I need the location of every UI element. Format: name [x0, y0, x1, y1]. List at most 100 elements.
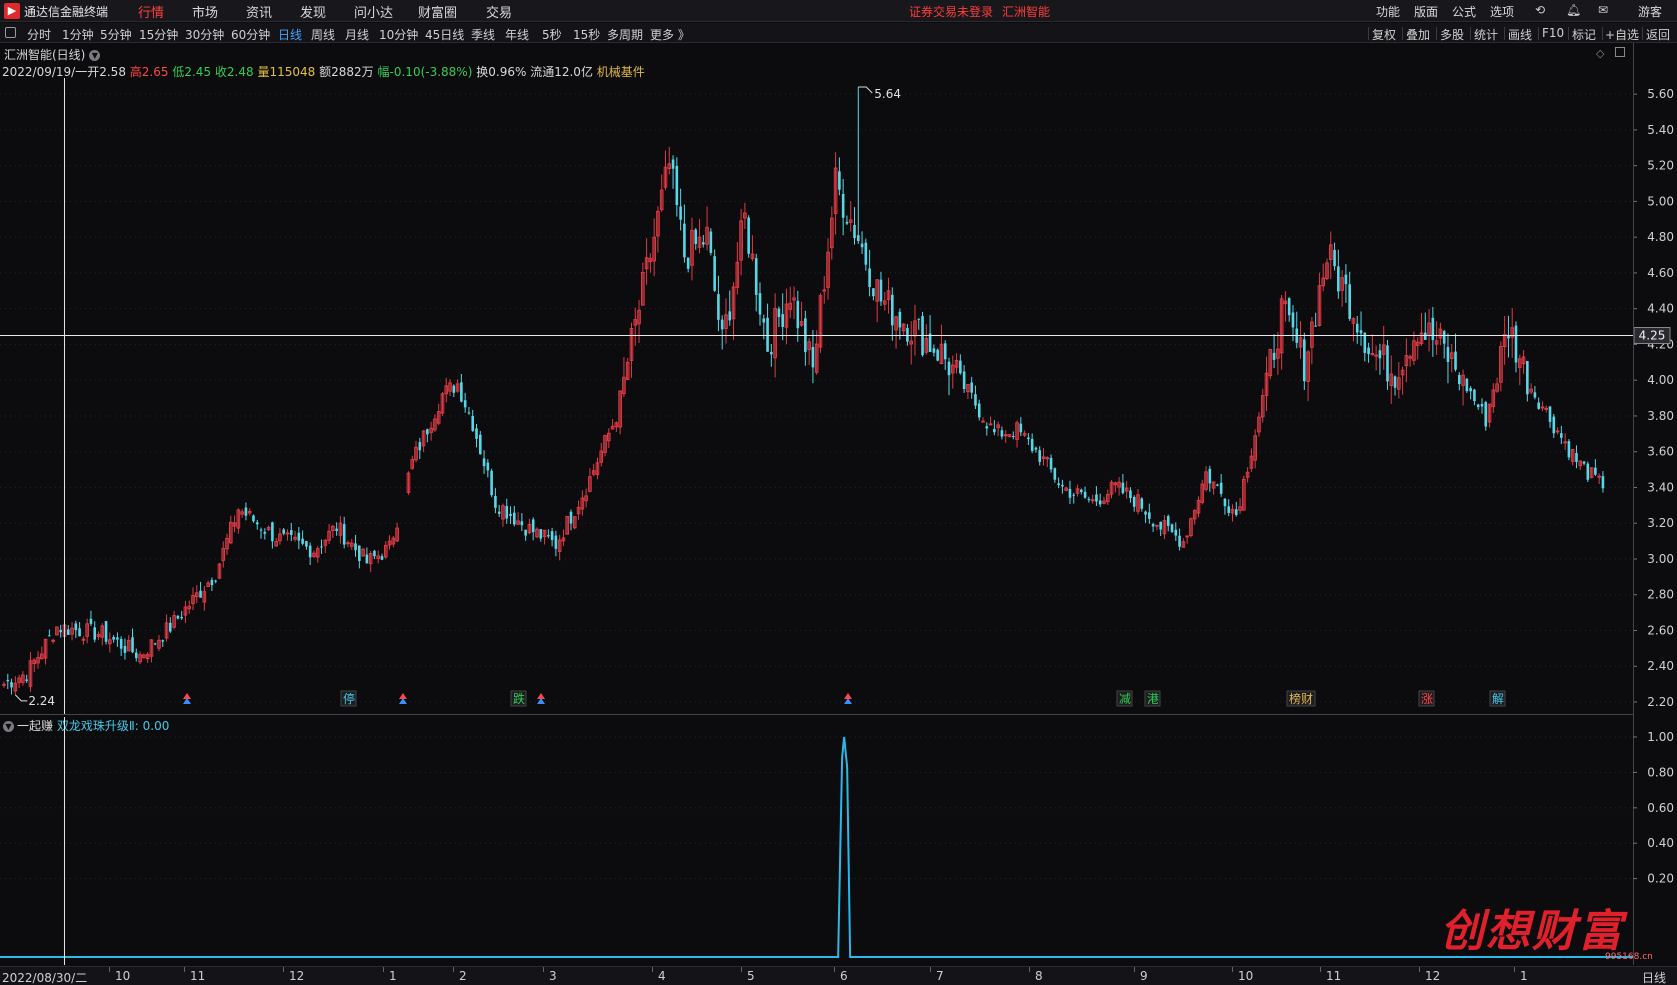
period-multi[interactable]: 多周期 — [607, 26, 643, 43]
period-15sec[interactable]: 15秒 — [573, 26, 600, 43]
tool-mark[interactable]: 标记 — [1572, 26, 1596, 43]
current-stock-name: 汇洲智能 — [1002, 5, 1051, 19]
candle-body — [1526, 360, 1529, 395]
candle-body — [770, 351, 773, 355]
menu-options[interactable]: 选项 — [1490, 3, 1514, 20]
maximize-icon[interactable] — [1615, 47, 1625, 57]
period-10min[interactable]: 10分钟 — [379, 26, 418, 43]
period-5min[interactable]: 5分钟 — [100, 26, 132, 43]
sector-label[interactable]: 机械基件 — [597, 65, 645, 79]
user-label[interactable]: 游客 — [1638, 3, 1662, 20]
candle-body — [1219, 482, 1223, 494]
period-monthly[interactable]: 月线 — [345, 26, 369, 43]
toolbar-divider — [1470, 27, 1471, 40]
menu-quotes[interactable]: 行情 — [138, 2, 164, 21]
period-intraday[interactable]: 分时 — [27, 26, 51, 43]
candle-body — [898, 311, 902, 328]
panel-toggle-icon[interactable] — [5, 27, 16, 38]
candle-body — [365, 554, 369, 564]
candle-body — [1095, 494, 1098, 502]
menu-ask[interactable]: 问小达 — [354, 2, 393, 21]
diamond-icon[interactable]: ◇ — [1596, 47, 1604, 60]
tool-overlay[interactable]: 叠加 — [1406, 26, 1430, 43]
tool-multi-stock[interactable]: 多股 — [1440, 26, 1464, 43]
stock-title[interactable]: 汇洲智能(日线) — [4, 48, 85, 62]
candle-body — [1057, 483, 1060, 486]
indicator-chart[interactable]: 1.00 0.80 0.60 0.40 0.20 — [0, 717, 1677, 965]
menu-market[interactable]: 市场 — [192, 2, 218, 21]
price-tick-label: 2.40 — [1647, 659, 1674, 673]
candle-body — [282, 529, 286, 534]
menu-discover[interactable]: 发现 — [300, 2, 326, 21]
candle-body — [1234, 509, 1238, 516]
candle-body — [1132, 496, 1136, 507]
mail-icon[interactable]: ✉ — [1598, 3, 1608, 17]
signal-label: 停 — [343, 691, 355, 706]
candle-body — [1185, 535, 1189, 538]
tool-back[interactable]: 返回 — [1646, 26, 1670, 43]
period-1min[interactable]: 1分钟 — [62, 26, 94, 43]
candle-body — [1027, 437, 1030, 440]
tool-add-watchlist[interactable]: +自选 — [1605, 26, 1639, 43]
tool-statistics[interactable]: 统计 — [1474, 26, 1498, 43]
candle-body — [928, 333, 932, 353]
candle-body — [936, 349, 939, 361]
time-axis-month: 4 — [658, 969, 666, 983]
candle-body — [308, 545, 312, 558]
period-more[interactable]: 更多 》 — [650, 26, 690, 43]
tool-f10[interactable]: F10 — [1542, 26, 1564, 40]
time-axis-month: 10 — [115, 969, 131, 983]
candle-body — [255, 522, 259, 525]
toolbar-divider — [1368, 27, 1369, 40]
period-quarterly[interactable]: 季线 — [471, 26, 495, 43]
signal-label: 解 — [1492, 692, 1504, 706]
period-5sec[interactable]: 5秒 — [542, 26, 562, 43]
app-logo-icon: ▶ — [4, 3, 20, 19]
period-yearly[interactable]: 年线 — [505, 26, 529, 43]
candle-body — [547, 535, 550, 537]
candle-body — [988, 423, 993, 426]
period-15min[interactable]: 15分钟 — [139, 26, 178, 43]
candle-body — [1170, 524, 1174, 532]
bell-icon[interactable]: 🔔︎ — [1566, 3, 1581, 17]
candle-body — [1533, 392, 1537, 398]
toolbar-divider — [1504, 27, 1505, 40]
candlestick-chart[interactable]: 5.605.405.205.004.804.604.404.204.003.80… — [0, 78, 1677, 714]
candle-body — [1155, 524, 1159, 527]
candle-body — [1223, 498, 1227, 507]
chevron-down-icon[interactable]: ▼ — [89, 50, 101, 61]
signal-label: 涨 — [1421, 691, 1433, 706]
signal-label: 减 — [1119, 692, 1131, 706]
period-60min[interactable]: 60分钟 — [231, 26, 270, 43]
login-status[interactable]: 证券交易未登录 — [909, 3, 993, 20]
refresh-icon[interactable]: ⟲ — [1535, 3, 1545, 17]
period-daily[interactable]: 日线 — [278, 26, 302, 43]
menu-news[interactable]: 资讯 — [246, 2, 272, 21]
amount-value: 2882万 — [331, 65, 374, 79]
candle-body — [1337, 266, 1340, 292]
menu-layout[interactable]: 版面 — [1414, 3, 1438, 20]
period-weekly[interactable]: 周线 — [311, 26, 335, 43]
candle-body — [289, 530, 293, 535]
indicator-tick-label: 0.80 — [1647, 765, 1674, 779]
tool-draw[interactable]: 画线 — [1508, 26, 1532, 43]
candle-body — [1216, 484, 1219, 486]
change-label: 幅 — [377, 65, 390, 79]
menu-trade[interactable]: 交易 — [486, 2, 512, 21]
menu-function[interactable]: 功能 — [1376, 3, 1400, 20]
indicator-line — [0, 717, 1633, 965]
candle-body — [244, 507, 248, 516]
candle-body — [426, 429, 429, 435]
tool-adjust[interactable]: 复权 — [1372, 26, 1396, 43]
candle-body — [1208, 468, 1212, 484]
menu-formula[interactable]: 公式 — [1452, 3, 1476, 20]
max-price-label: 5.64 — [874, 87, 901, 101]
candle-body — [754, 258, 758, 295]
period-30min[interactable]: 30分钟 — [185, 26, 224, 43]
menu-wealth-circle[interactable]: 财富圈 — [418, 2, 457, 21]
time-axis-period[interactable]: 日线 — [1642, 969, 1666, 985]
signal-label: 跌 — [513, 691, 525, 706]
candle-body — [1068, 488, 1072, 498]
period-45day[interactable]: 45日线 — [425, 26, 464, 43]
candle-body — [48, 635, 51, 637]
